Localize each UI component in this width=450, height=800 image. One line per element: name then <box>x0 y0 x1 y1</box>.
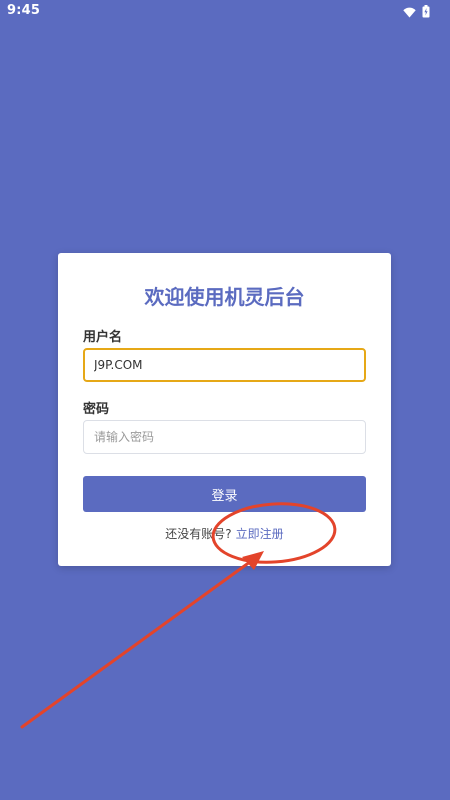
annotation-arrow-line <box>20 557 256 729</box>
status-icons <box>403 3 430 22</box>
username-input[interactable] <box>83 348 366 382</box>
status-time: 9:45 <box>7 3 41 18</box>
register-row: 还没有账号? 立即注册 <box>58 525 391 542</box>
status-bar: 9:45 <box>0 0 450 22</box>
password-label: 密码 <box>83 402 110 417</box>
battery-icon <box>422 3 430 22</box>
login-button[interactable]: 登录 <box>83 476 366 512</box>
login-card: 欢迎使用机灵后台 用户名 密码 登录 还没有账号? 立即注册 <box>58 253 391 566</box>
page-title: 欢迎使用机灵后台 <box>144 285 305 309</box>
password-input[interactable] <box>83 420 366 454</box>
wifi-icon <box>403 3 416 22</box>
register-prompt: 还没有账号? <box>165 527 232 541</box>
username-label: 用户名 <box>83 330 123 345</box>
register-link[interactable]: 立即注册 <box>236 527 284 541</box>
